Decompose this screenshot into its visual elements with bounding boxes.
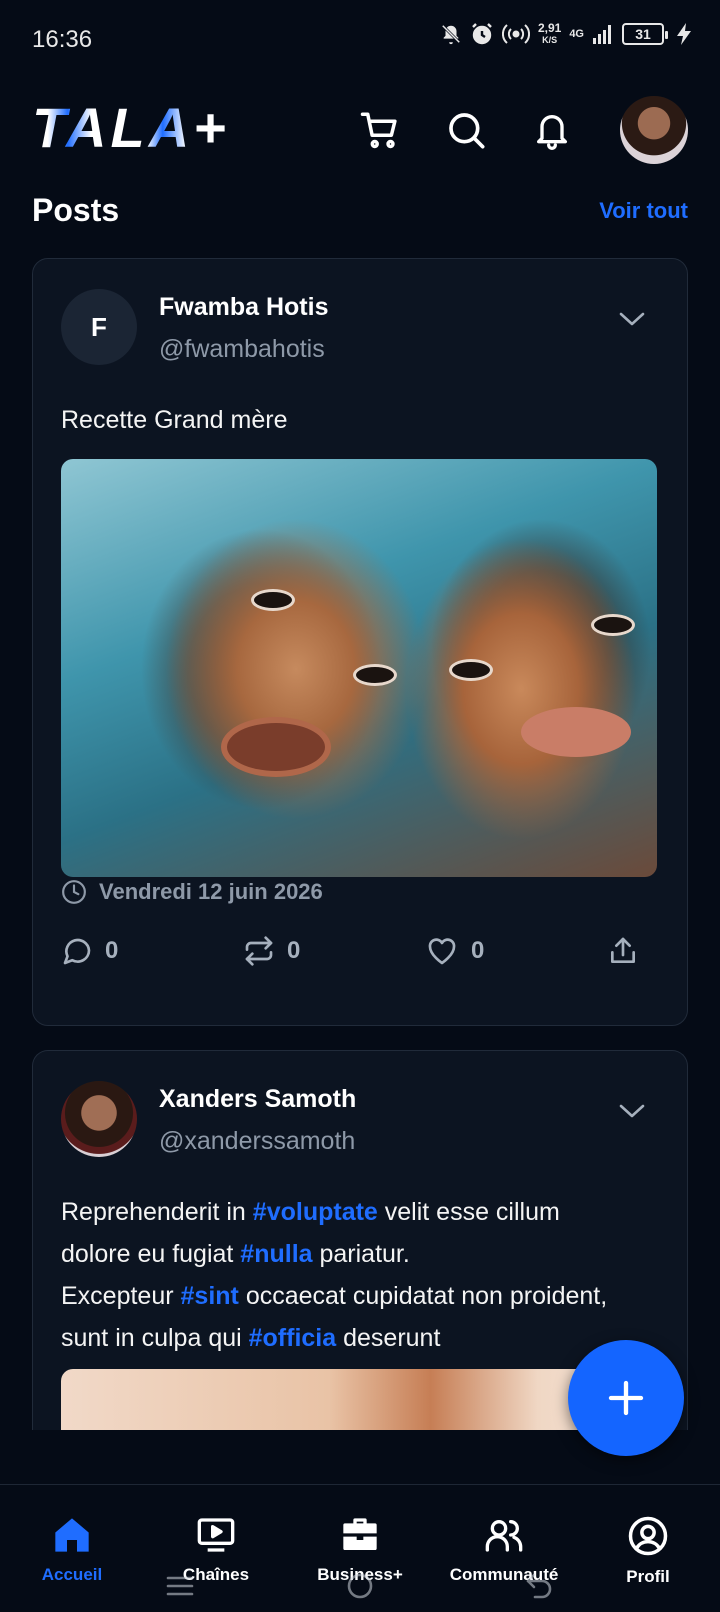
post-text-segment: Reprehenderit in: [61, 1198, 253, 1226]
battery-icon: 31: [622, 23, 668, 45]
net-speed: 2,91 K/S: [538, 22, 561, 46]
comment-icon: [63, 938, 91, 965]
notifications-button[interactable]: [528, 106, 576, 154]
status-bar: 16:36 2,91 K/S 4G 31: [0, 0, 720, 80]
author-avatar[interactable]: F: [61, 289, 137, 365]
repost-button[interactable]: 0: [243, 935, 300, 967]
community-icon: [485, 1520, 523, 1552]
status-time: 16:36: [32, 26, 93, 53]
net-speed-value: 2,91: [537, 21, 562, 35]
heart-icon: [428, 938, 456, 965]
home-circle-icon[interactable]: [345, 1571, 375, 1601]
briefcase-icon: [343, 1518, 377, 1550]
post-text-segment: Excepteur: [61, 1282, 181, 1310]
system-nav-bar: [0, 1560, 720, 1612]
repost-count: 0: [287, 937, 301, 964]
post-date: Vendredi 12 juin 2026: [61, 879, 323, 905]
post-text-segment: deserunt: [336, 1324, 441, 1352]
share-icon: [611, 937, 635, 963]
author-name[interactable]: Xanders Samoth: [159, 1085, 356, 1114]
author-avatar[interactable]: [61, 1081, 137, 1157]
clock-icon: [62, 880, 86, 904]
menu-icon[interactable]: [165, 1574, 195, 1598]
profile-icon: [628, 1516, 668, 1556]
app-logo[interactable]: TALA+: [32, 100, 230, 156]
plus-icon: [608, 1380, 644, 1416]
cart-icon: [360, 112, 397, 149]
create-post-button[interactable]: [568, 1340, 684, 1456]
charging-icon: [677, 23, 691, 45]
author-initial: F: [91, 311, 107, 342]
bell-icon: [537, 115, 567, 150]
post-menu-button[interactable]: [619, 1103, 645, 1124]
comment-button[interactable]: 0: [61, 935, 118, 967]
net-speed-unit: K/S: [542, 35, 558, 45]
like-count: 0: [471, 937, 485, 964]
post-actions: 0 0 0: [61, 935, 657, 979]
net-type: 4G: [569, 28, 584, 40]
hashtag-link[interactable]: #officia: [249, 1324, 337, 1352]
chevron-down-icon: [619, 1104, 645, 1118]
tv-icon: [197, 1518, 235, 1552]
home-icon: [55, 1518, 89, 1552]
hotspot-icon: [501, 24, 530, 44]
post-text: Reprehenderit in #voluptate velit esse c…: [61, 1191, 621, 1359]
signal-icon: [593, 25, 611, 44]
share-button[interactable]: [607, 935, 639, 967]
like-button[interactable]: 0: [425, 935, 484, 967]
post-image[interactable]: [61, 459, 657, 877]
search-icon: [449, 113, 485, 149]
comment-count: 0: [105, 937, 119, 964]
alarm-icon: [472, 23, 492, 45]
chevron-down-icon: [619, 312, 645, 326]
mute-icon: [441, 24, 461, 45]
user-avatar[interactable]: [620, 96, 688, 164]
search-button[interactable]: [442, 106, 490, 154]
hashtag-link[interactable]: #sint: [181, 1282, 239, 1310]
status-icons: 2,91 K/S 4G 31: [440, 22, 692, 46]
post-menu-button[interactable]: [619, 311, 645, 332]
hashtag-link[interactable]: #nulla: [240, 1240, 312, 1268]
battery-level: 31: [635, 26, 651, 42]
author-name[interactable]: Fwamba Hotis: [159, 293, 328, 322]
post-card[interactable]: F Fwamba Hotis @fwambahotis Recette Gran…: [32, 258, 688, 1026]
back-icon[interactable]: [525, 1572, 555, 1600]
post-date-text: Vendredi 12 juin 2026: [99, 879, 323, 904]
hashtag-link[interactable]: #voluptate: [253, 1198, 378, 1226]
app-header: TALA+: [0, 90, 720, 170]
post-text: Recette Grand mère: [61, 406, 288, 434]
see-all-link[interactable]: Voir tout: [599, 198, 688, 224]
repost-icon: [245, 936, 273, 966]
post-text-segment: pariatur.: [312, 1240, 410, 1268]
author-handle: @xanderssamoth: [159, 1127, 356, 1155]
author-handle: @fwambahotis: [159, 335, 325, 363]
section-title: Posts: [32, 192, 120, 228]
cart-button[interactable]: [356, 106, 404, 154]
